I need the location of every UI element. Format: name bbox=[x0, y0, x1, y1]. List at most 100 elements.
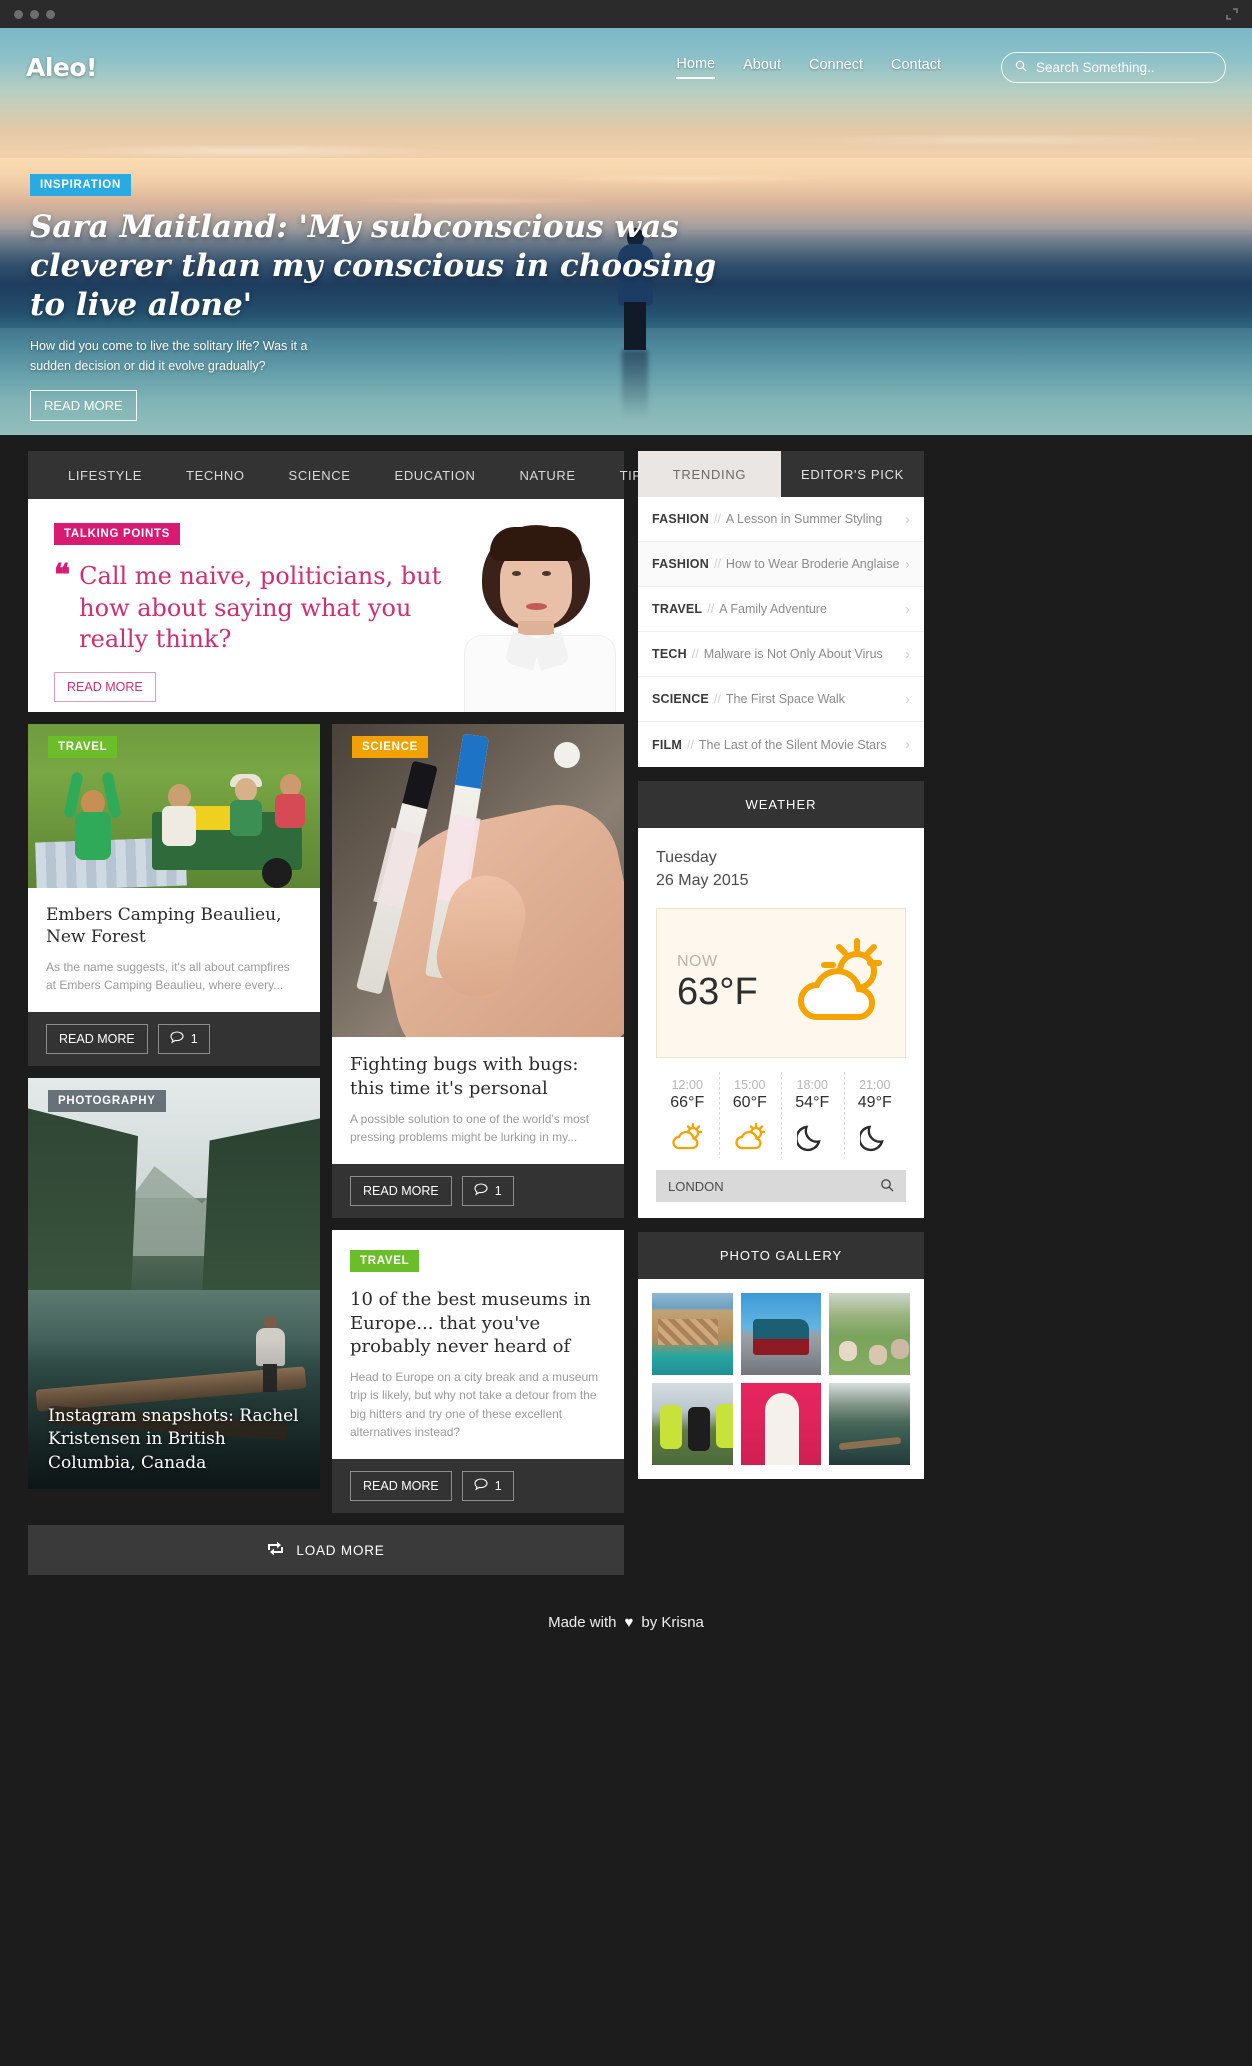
weather-hourly-forecast: 12:00 66°F 15:00 60°F 18:00 54°F 21:00 4… bbox=[656, 1072, 906, 1159]
gallery-thumb-1[interactable] bbox=[740, 1293, 822, 1376]
tab-editors-pick[interactable]: EDITOR'S PICK bbox=[781, 451, 924, 497]
article-column-left: TRAVEL Embers Camping Beaulieu, New Fore… bbox=[28, 724, 320, 1513]
quote-mark-icon: ❝ bbox=[54, 558, 71, 593]
weather-city-label: LONDON bbox=[668, 1178, 724, 1194]
hero-banner: Aleo! Home About Connect Contact INSPIRA… bbox=[0, 28, 1252, 435]
sidebar: TRENDING EDITOR'S PICK FASHION // A Less… bbox=[638, 451, 924, 1575]
gallery-thumb-2[interactable] bbox=[829, 1293, 910, 1376]
category-lifestyle[interactable]: LIFESTYLE bbox=[46, 468, 164, 483]
talking-points-card: TALKING POINTS ❝ Call me naive, politici… bbox=[28, 499, 624, 712]
trending-separator: // bbox=[713, 512, 721, 526]
comments-button-camping[interactable]: 1 bbox=[157, 1024, 210, 1055]
forecast-hour-0: 12:00 66°F bbox=[656, 1074, 719, 1154]
hero-read-more-button[interactable]: READ MORE bbox=[30, 390, 137, 421]
trending-item-1[interactable]: FASHION // How to Wear Broderie Anglaise… bbox=[638, 542, 924, 587]
article-tag-science[interactable]: SCIENCE bbox=[352, 736, 429, 758]
site-logo[interactable]: Aleo! bbox=[26, 53, 97, 82]
trending-separator: // bbox=[686, 737, 694, 752]
hero-title: Sara Maitland: 'My subconscious was clev… bbox=[30, 209, 717, 323]
comment-bubble-icon bbox=[474, 1183, 488, 1199]
article-tag-photography[interactable]: PHOTOGRAPHY bbox=[48, 1090, 166, 1113]
read-more-button-bugs[interactable]: READ MORE bbox=[350, 1175, 452, 1206]
load-more-button[interactable]: LOAD MORE bbox=[28, 1525, 624, 1576]
chevron-right-icon: › bbox=[905, 690, 910, 708]
article-tag-travel-museums[interactable]: TRAVEL bbox=[350, 1249, 420, 1272]
nav-item-contact[interactable]: Contact bbox=[891, 57, 941, 78]
talking-points-read-more-button[interactable]: READ MORE bbox=[54, 672, 156, 703]
read-more-button-museums[interactable]: READ MORE bbox=[350, 1471, 452, 1502]
hero-category-badge[interactable]: INSPIRATION bbox=[30, 174, 131, 196]
article-card-camping[interactable]: TRAVEL Embers Camping Beaulieu, New Fore… bbox=[28, 724, 320, 1067]
category-nature[interactable]: NATURE bbox=[498, 468, 598, 483]
category-techno[interactable]: TECHNO bbox=[164, 468, 267, 483]
article-body-bugs: Fighting bugs with bugs: this time it's … bbox=[332, 1037, 624, 1164]
search-input[interactable] bbox=[1036, 60, 1212, 75]
trending-item-5[interactable]: FILM // The Last of the Silent Movie Sta… bbox=[638, 722, 924, 767]
trending-category: TRAVEL bbox=[652, 602, 703, 616]
article-image-bugs: SCIENCE bbox=[332, 724, 624, 1037]
weather-date: 26 May 2015 bbox=[656, 872, 749, 890]
comment-count-bugs: 1 bbox=[494, 1183, 502, 1198]
comments-button-museums[interactable]: 1 bbox=[461, 1471, 514, 1502]
sun-cloud-icon bbox=[656, 1120, 719, 1154]
trending-item-4[interactable]: SCIENCE // The First Space Walk › bbox=[638, 677, 924, 722]
window-maximize-dot[interactable] bbox=[46, 9, 55, 19]
chevron-right-icon: › bbox=[905, 510, 910, 528]
chevron-right-icon: › bbox=[905, 645, 910, 663]
article-desc-bugs: A possible solution to one of the world'… bbox=[350, 1111, 590, 1144]
main-nav: Home About Connect Contact bbox=[676, 52, 1226, 83]
photo-gallery-widget: PHOTO GALLERY bbox=[638, 1232, 924, 1480]
footer-suffix: by Krisna bbox=[641, 1613, 704, 1631]
forecast-hour-1: 15:00 60°F bbox=[718, 1072, 782, 1159]
article-card-museums[interactable]: TRAVEL 10 of the best museums in Europe.… bbox=[332, 1229, 624, 1514]
expand-icon[interactable] bbox=[1226, 8, 1238, 20]
nav-item-connect[interactable]: Connect bbox=[809, 57, 863, 78]
trending-separator: // bbox=[691, 647, 699, 661]
trending-item-3[interactable]: TECH // Malware is Not Only About Virus … bbox=[638, 632, 924, 677]
article-card-bugs[interactable]: SCIENCE Fighting bugs with bugs: this ti… bbox=[332, 724, 624, 1218]
article-title-instagram: Instagram snapshots: Rachel Kristensen i… bbox=[48, 1405, 299, 1473]
gallery-thumb-4[interactable] bbox=[740, 1383, 822, 1466]
sun-cloud-icon bbox=[719, 1120, 782, 1154]
talking-points-portrait bbox=[456, 523, 624, 712]
chevron-right-icon: › bbox=[905, 555, 910, 573]
category-science[interactable]: SCIENCE bbox=[267, 468, 373, 483]
category-education[interactable]: EDUCATION bbox=[373, 468, 498, 483]
gallery-thumb-3[interactable] bbox=[652, 1383, 733, 1466]
window-controls[interactable] bbox=[14, 9, 55, 19]
trending-item-2[interactable]: TRAVEL // A Family Adventure › bbox=[638, 587, 924, 632]
article-title-museums: 10 of the best museums in Europe... that… bbox=[350, 1288, 591, 1358]
forecast-temp: 66°F bbox=[670, 1094, 705, 1112]
trending-separator: // bbox=[713, 557, 721, 571]
article-desc-museums: Head to Europe on a city break and a mus… bbox=[350, 1370, 599, 1439]
header-search[interactable] bbox=[1001, 52, 1226, 83]
site-header: Aleo! Home About Connect Contact bbox=[0, 28, 1252, 83]
forecast-time: 18:00 bbox=[796, 1078, 828, 1093]
article-tag-travel[interactable]: TRAVEL bbox=[48, 736, 118, 758]
article-footer-camping: READ MORE 1 bbox=[28, 1012, 320, 1067]
window-close-dot[interactable] bbox=[14, 9, 23, 19]
trending-title: The First Space Walk bbox=[725, 692, 845, 706]
window-minimize-dot[interactable] bbox=[30, 9, 39, 19]
article-title-bugs: Fighting bugs with bugs: this time it's … bbox=[350, 1054, 579, 1099]
nav-item-about[interactable]: About bbox=[743, 57, 781, 78]
article-card-instagram[interactable]: PHOTOGRAPHY Instagram snapshots: Rachel … bbox=[28, 1078, 320, 1490]
nav-item-home[interactable]: Home bbox=[676, 56, 716, 79]
comment-bubble-icon bbox=[170, 1031, 184, 1047]
read-more-button-camping[interactable]: READ MORE bbox=[46, 1024, 148, 1055]
gallery-thumb-0[interactable] bbox=[652, 1293, 733, 1376]
trending-category: SCIENCE bbox=[652, 692, 709, 706]
photo-gallery-header: PHOTO GALLERY bbox=[638, 1232, 924, 1280]
trending-widget: TRENDING EDITOR'S PICK FASHION // A Less… bbox=[638, 451, 924, 767]
talking-points-badge[interactable]: TALKING POINTS bbox=[54, 523, 181, 545]
tab-trending[interactable]: TRENDING bbox=[638, 451, 781, 497]
comments-button-bugs[interactable]: 1 bbox=[461, 1175, 514, 1206]
weather-city-selector[interactable]: LONDON bbox=[656, 1170, 906, 1203]
search-icon[interactable] bbox=[880, 1178, 894, 1195]
site-footer: Made with ♥ by Krisna bbox=[0, 1575, 1252, 1669]
trending-item-0[interactable]: FASHION // A Lesson in Summer Styling › bbox=[638, 497, 924, 542]
hero-subtitle: How did you come to live the solitary li… bbox=[30, 339, 308, 373]
gallery-thumb-5[interactable] bbox=[829, 1383, 910, 1466]
footer-prefix: Made with bbox=[548, 1613, 617, 1631]
weather-body: Tuesday 26 May 2015 NOW 63°F 12:00 66°F … bbox=[638, 828, 924, 1219]
